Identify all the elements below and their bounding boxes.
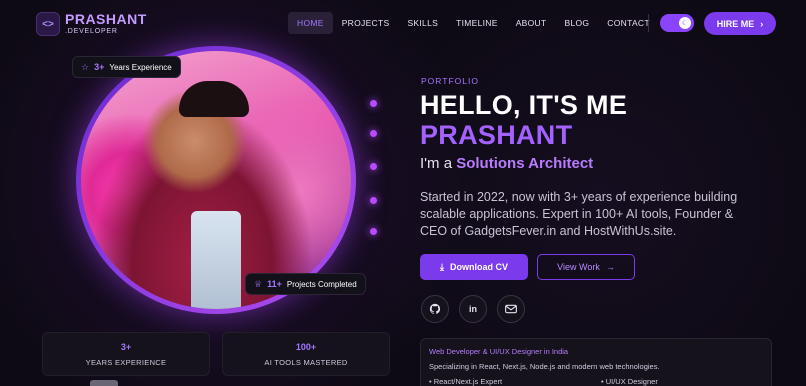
stat-value: 100+	[295, 341, 317, 352]
decor-dot	[370, 100, 377, 107]
mail-icon[interactable]	[497, 295, 525, 323]
nav-timeline[interactable]: TIMELINE	[447, 12, 507, 34]
view-work-label: View Work	[557, 262, 600, 272]
theme-toggle[interactable]: ☾	[660, 14, 694, 32]
projects-badge-value: 11+	[267, 279, 282, 289]
top-navbar: <> PRASHANT .DEVELOPER HOME PROJECTS SKI…	[0, 0, 806, 46]
stat-card-experience: 3+ YEARS EXPERIENCE	[42, 332, 210, 376]
experience-badge: ☆ 3+ Years Experience	[72, 56, 181, 78]
stat-label: YEARS EXPERIENCE	[85, 357, 167, 367]
linkedin-icon[interactable]: in	[459, 295, 487, 323]
info-card-list: • React/Next.js Expert • UI/UX Designer	[429, 377, 763, 386]
trophy-icon: ♕	[254, 278, 263, 289]
stat-label: AI TOOLS MASTERED	[264, 357, 348, 367]
download-cv-label: Download CV	[449, 262, 508, 272]
info-list-item: • React/Next.js Expert	[429, 377, 503, 386]
nav-about[interactable]: ABOUT	[507, 12, 556, 34]
photo-hair	[179, 81, 249, 117]
hire-me-button[interactable]: HIRE ME ›	[704, 12, 776, 35]
info-list-item: • UI/UX Designer	[601, 377, 658, 386]
hire-me-label: HIRE ME	[716, 18, 755, 29]
stat-value: 3+	[120, 341, 132, 352]
nav-contact[interactable]: CONTACT	[598, 12, 659, 34]
download-icon: ⤓	[440, 261, 444, 272]
github-icon[interactable]	[421, 295, 449, 323]
info-card-title: Web Developer & UI/UX Designer in India	[429, 347, 569, 356]
photo-shirt	[191, 211, 241, 309]
nav-projects[interactable]: PROJECTS	[333, 12, 399, 34]
decor-dot	[370, 228, 377, 235]
projects-badge-label: Projects Completed	[286, 279, 357, 289]
role-prefix: I'm a	[420, 155, 453, 172]
download-cv-button[interactable]: ⤓ Download CV	[420, 254, 528, 280]
info-card-text: Specializing in React, Next.js, Node.js …	[429, 362, 660, 371]
brand-title[interactable]: PRASHANT	[65, 11, 147, 27]
hero-description: Started in 2022, now with 3+ years of ex…	[420, 190, 738, 238]
decor-dot	[370, 130, 377, 137]
chevron-right-icon: ›	[760, 18, 764, 29]
decor-dot	[370, 197, 377, 204]
nav-home[interactable]: HOME	[288, 12, 333, 34]
arrow-right-icon: →	[605, 262, 615, 272]
experience-badge-label: Years Experience	[109, 62, 172, 72]
view-work-button[interactable]: View Work →	[537, 254, 635, 280]
hero-role: I'm a Solutions Architect	[420, 155, 593, 172]
seo-info-card: Web Developer & UI/UX Designer in India …	[420, 338, 772, 386]
star-icon: ☆	[81, 61, 90, 72]
nav-divider	[648, 14, 649, 32]
scroll-indicator[interactable]	[90, 380, 118, 386]
code-icon[interactable]: <>	[36, 12, 60, 36]
hero-greeting: HELLO, IT'S ME	[420, 90, 628, 120]
nav-skills[interactable]: SKILLS	[398, 12, 447, 34]
role-title: Solutions Architect	[456, 155, 594, 172]
projects-badge: ♕ 11+ Projects Completed	[245, 273, 366, 295]
moon-icon: ☾	[679, 17, 691, 29]
nav-blog[interactable]: BLOG	[555, 12, 598, 34]
profile-photo	[81, 51, 351, 309]
brand-subtitle: .DEVELOPER	[65, 28, 118, 35]
hero-eyebrow: PORTFOLIO	[421, 76, 479, 86]
hero-name: PRASHANT	[420, 120, 573, 150]
stat-card-ai-tools: 100+ AI TOOLS MASTERED	[222, 332, 390, 376]
decor-dot	[370, 163, 377, 170]
nav-links: HOME PROJECTS SKILLS TIMELINE ABOUT BLOG…	[288, 12, 659, 34]
experience-badge-value: 3+	[94, 62, 105, 72]
